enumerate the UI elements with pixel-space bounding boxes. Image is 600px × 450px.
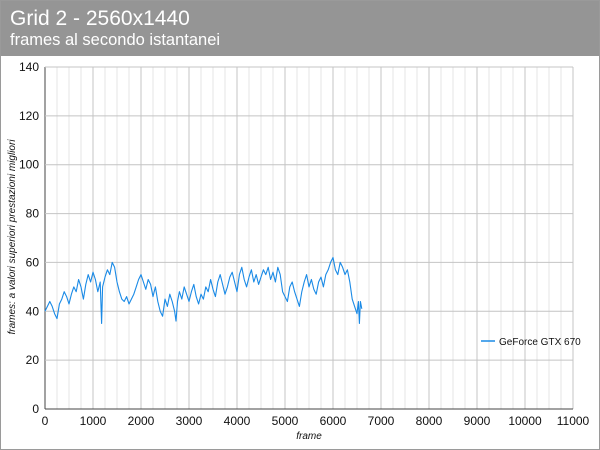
line-chart: 0 1000 2000 3000 4000 5000 6000 7000 8000 9000 100… [7,60,590,442]
y-tick-label: 60 [26,255,40,269]
grid-lines [44,66,574,410]
y-tick-label: 80 [26,207,40,221]
y-tick-label: 20 [26,353,40,367]
y-tick-label: 140 [19,60,39,74]
x-tick-label: 1000 [80,414,107,428]
x-tick-label: 4000 [224,414,251,428]
x-tick-label: 6000 [320,414,347,428]
x-tick-label: 11000 [557,414,590,428]
x-tick-label: 10000 [508,414,542,428]
y-tick-label: 120 [19,109,39,123]
legend-label: GeForce GTX 670 [499,337,581,348]
legend: GeForce GTX 670 [481,337,581,348]
y-tick-label: 0 [32,402,39,416]
x-tick-label: 5000 [272,414,299,428]
y-tick-label: 100 [19,158,39,172]
x-tick-label: 0 [42,414,49,428]
x-tick-label: 3000 [176,414,203,428]
x-axis-label: frame [296,431,322,442]
y-tick-label: 40 [26,304,40,318]
x-tick-label: 7000 [368,414,395,428]
y-axis-label: frames: a valori superiori prestazioni m… [7,139,18,335]
x-tick-label: 9000 [464,414,491,428]
x-tick-label: 2000 [128,414,155,428]
x-tick-label: 8000 [416,414,443,428]
